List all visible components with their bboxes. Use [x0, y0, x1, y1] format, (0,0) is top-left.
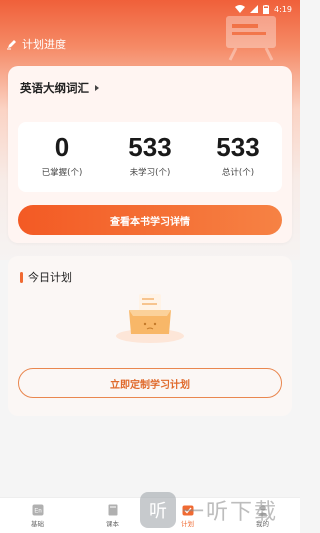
battery-icon — [263, 4, 270, 14]
today-plan-card: 今日计划 立即定制学习计划 — [8, 256, 292, 416]
tab-textbook[interactable]: 课本 — [75, 498, 150, 533]
pen-icon — [7, 40, 16, 50]
empty-box-icon — [116, 294, 184, 343]
svg-text:En: En — [34, 508, 41, 514]
customize-plan-button[interactable]: 立即定制学习计划 — [18, 368, 282, 398]
plan-title: 今日计划 — [28, 271, 72, 284]
stat-label: 总计(个) — [221, 168, 255, 178]
plan-accent-bar — [20, 271, 23, 283]
stat-value: 0 — [54, 132, 70, 162]
stat-label: 未学习(个) — [129, 168, 171, 178]
stat-label: 已掌握(个) — [41, 168, 83, 178]
board-illustration-icon — [226, 16, 276, 61]
view-book-details-button[interactable]: 查看本书学习详情 — [18, 205, 282, 235]
book-title: 英语大纲词汇 — [20, 81, 89, 95]
site-watermark: 听 一听下载 — [140, 490, 300, 530]
stat-value: 533 — [128, 132, 172, 162]
stat-value: 533 — [216, 132, 260, 162]
stat-total: 533 总计(个) — [194, 122, 282, 192]
progress-card: 英语大纲词汇 0 已掌握(个) 533 未学习(个) 533 总计(个) 查看本… — [8, 66, 292, 243]
page-title: 计划进度 — [22, 38, 66, 51]
watermark-text: 一听下载 — [182, 500, 279, 525]
book-selector[interactable]: 英语大纲词汇 — [20, 80, 99, 96]
stat-unlearned: 533 未学习(个) — [106, 122, 194, 192]
stats-panel: 0 已掌握(个) 533 未学习(个) 533 总计(个) — [18, 122, 282, 192]
tab-label: 课本 — [106, 519, 119, 528]
watermark-logo: 听 — [140, 492, 176, 528]
wifi-icon — [235, 5, 246, 13]
tab-basics[interactable]: En 基础 — [0, 498, 75, 533]
plan-header: 今日计划 — [20, 269, 72, 285]
tab-label: 基础 — [31, 519, 44, 528]
signal-icon — [250, 5, 259, 13]
en-icon: En — [32, 504, 43, 515]
status-bar: 4:19 — [0, 0, 300, 18]
book-icon — [108, 504, 117, 515]
status-time: 4:19 — [274, 4, 292, 14]
stat-mastered: 0 已掌握(个) — [18, 122, 106, 192]
page-header: 计划进度 — [6, 36, 66, 52]
caret-right-icon — [95, 85, 99, 91]
